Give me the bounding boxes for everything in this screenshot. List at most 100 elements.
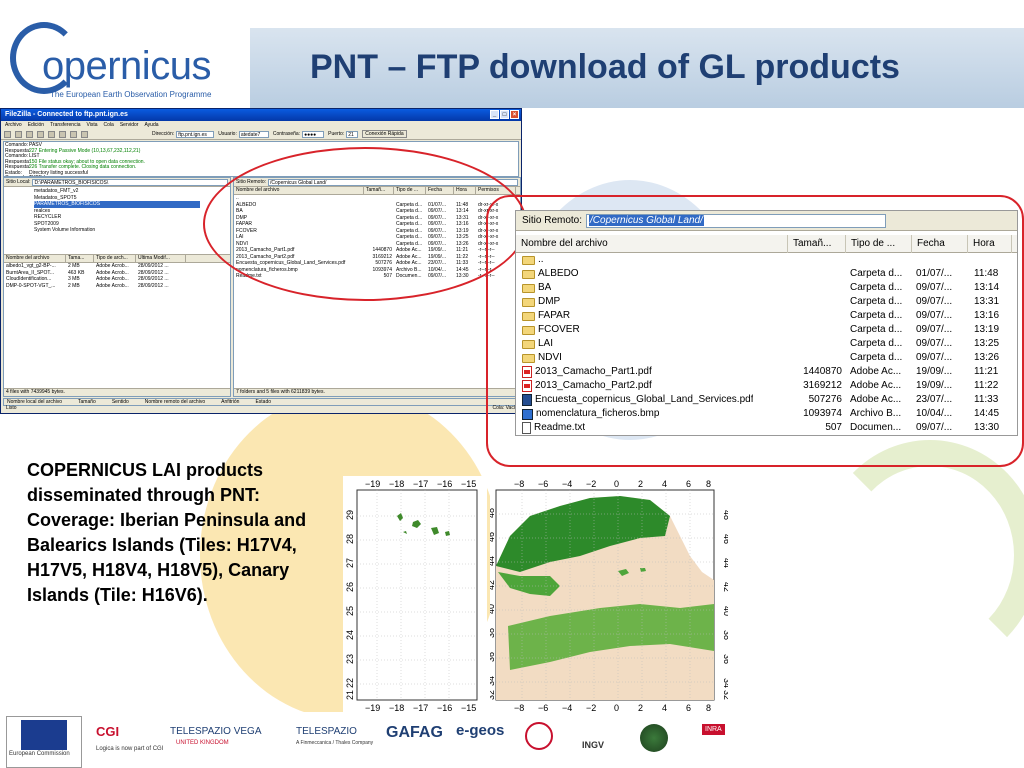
ingv-logo: INGV (582, 740, 605, 750)
menu-vista[interactable]: Vista (86, 122, 97, 128)
telespazio-logo: TELESPAZIO (296, 726, 357, 737)
zoom-name-cell: ALBEDO (516, 267, 788, 281)
log-icon[interactable] (26, 130, 33, 138)
zoom-name-cell: Readme.txt (516, 421, 788, 435)
menu-cola[interactable]: Cola (104, 122, 114, 128)
zoom-date-cell: 19/09/... (916, 380, 953, 391)
folder-icon (522, 283, 535, 293)
tree-icon[interactable] (37, 130, 44, 138)
reconnect-icon[interactable] (81, 130, 88, 138)
map2-top-tick: 6 (686, 479, 691, 489)
map1-top-tick: −15 (461, 479, 476, 489)
menu-ayuda[interactable]: Ayuda (144, 122, 158, 128)
zoom-type-cell (846, 253, 912, 267)
zoom-file-row[interactable]: DMP Carpeta d... 09/07/... 13:31 (516, 295, 1017, 309)
folder-icon (522, 297, 535, 307)
pdf-icon (522, 366, 532, 378)
zoom-file-row[interactable]: FCOVER Carpeta d... 09/07/... 13:19 (516, 323, 1017, 337)
zoom-col-date[interactable]: Fecha (912, 234, 968, 253)
port-input[interactable]: 21 (346, 130, 359, 138)
disconnect-icon[interactable] (70, 130, 77, 138)
zoom-file-name: BA (538, 282, 552, 293)
site-manager-icon[interactable] (4, 130, 11, 138)
minimize-button[interactable]: _ (490, 110, 499, 119)
zoom-time-cell: 13:25 (974, 338, 1000, 349)
col-size[interactable]: Tama... (66, 255, 94, 262)
folder-up-icon (522, 255, 535, 265)
zoom-file-row[interactable]: 2013_Camacho_Part2.pdf 3169212 Adobe Ac...… (516, 379, 1017, 393)
local-site-input[interactable]: D:\PARAMETROS_BIOFISICOS\ (32, 178, 228, 186)
menu-servidor[interactable]: Servidor (120, 122, 139, 128)
zoom-col-name[interactable]: Nombre del archivo (516, 234, 788, 253)
zoom-col-time[interactable]: Hora (968, 234, 1012, 253)
zoom-file-name: nomenclatura_ficheros.bmp (536, 408, 660, 419)
map1-top-tick: −18 (389, 479, 404, 489)
map2-top-tick: −4 (562, 479, 572, 489)
zoom-site-input[interactable]: /Copernicus Global Land/ (586, 213, 887, 228)
window-titlebar[interactable]: FileZilla - Connected to ftp.pnt.ign.es … (1, 109, 521, 121)
egeos-logo: e-geos (456, 722, 505, 739)
map1-top-tick: −17 (413, 479, 428, 489)
zoom-file-row[interactable]: Readme.txt 507 Documen... 09/07/... 13:30 (516, 421, 1017, 435)
user-label: Usuario: (218, 131, 237, 137)
zoom-date-cell: 19/09/... (916, 366, 953, 377)
zoom-time-cell: 14:45 (974, 408, 1000, 419)
local-file-row[interactable]: DMP-0-SPOT-VGT_... 2 MB Adobe Acrob... 28/0… (4, 283, 230, 290)
zoom-size-cell: 507 (825, 422, 842, 433)
zoom-file-row[interactable]: FAPAR Carpeta d... 09/07/... 13:16 (516, 309, 1017, 323)
menu-transferencia[interactable]: Transferencia (50, 122, 80, 128)
refresh-icon[interactable] (15, 130, 22, 138)
host-input[interactable]: ftp.pnt.ign.es (176, 130, 215, 138)
map1-left-tick: 23 (345, 654, 355, 664)
user-input[interactable]: atedate7 (238, 130, 269, 138)
zoom-file-row[interactable]: ALBEDO Carpeta d... 01/07/... 11:48 (516, 267, 1017, 281)
zoom-file-name: Encuesta_copernicus_Global_Land_Services… (535, 394, 754, 405)
local-tree: metadatos_FMT_v2 Metadatos_SPOT5 PARAMET… (4, 187, 230, 255)
zoom-col-size[interactable]: Tamañ... (788, 234, 846, 253)
zoom-col-type[interactable]: Tipo de ... (846, 234, 912, 253)
zoom-type-cell: Adobe Ac... (850, 380, 902, 391)
menu-edicion[interactable]: Edición (28, 122, 44, 128)
password-input[interactable]: ●●●● (302, 130, 325, 138)
bmp-icon (522, 408, 533, 420)
eu-caption: European Commission (9, 751, 70, 757)
zoom-file-row[interactable]: BA Carpeta d... 09/07/... 13:14 (516, 281, 1017, 295)
zoom-size-cell (788, 351, 846, 365)
logo-subtitle: The European Earth Observation Programme (50, 90, 212, 99)
col-name[interactable]: Nombre del archivo (4, 255, 66, 262)
zoom-file-row[interactable]: .. (516, 253, 1017, 267)
zoom-file-row[interactable]: NDVI Carpeta d... 09/07/... 13:26 (516, 351, 1017, 365)
map1-top-tick: −16 (437, 479, 452, 489)
col-type[interactable]: Tipo de arch... (94, 255, 136, 262)
map2-left-tick: 46 (490, 532, 496, 542)
pdf-icon (522, 380, 532, 392)
zoom-time-cell: 11:33 (974, 394, 999, 405)
local-file-cell: 2 MB (68, 282, 80, 289)
zoom-file-row[interactable]: LAI Carpeta d... 09/07/... 13:25 (516, 337, 1017, 351)
eu-logo: European Commission (6, 716, 82, 768)
zoom-date-cell: 09/07/... (916, 422, 953, 433)
queue-icon[interactable] (48, 130, 55, 138)
zoom-file-row[interactable]: Encuesta_copernicus_Global_Land_Services… (516, 393, 1017, 407)
tree-item[interactable]: System Volume Information (34, 227, 200, 234)
zoom-file-row[interactable]: nomenclatura_ficheros.bmp 1093974 Archivo … (516, 407, 1017, 421)
map2-top-tick: 2 (638, 479, 643, 489)
cancel-icon[interactable] (59, 130, 66, 138)
zoom-name-cell: nomenclatura_ficheros.bmp (516, 407, 788, 421)
col-modified[interactable]: Última Modif... (136, 255, 186, 262)
zoom-name-cell: NDVI (516, 351, 788, 365)
menu-bar: Archivo Edición Transferencia Vista Cola… (1, 121, 521, 129)
canary-islands-map: −19 −18 −17 −16 −15 −19 −18 −17 −16 −15 … (343, 476, 487, 714)
close-button[interactable]: × (510, 110, 519, 119)
zoom-date-cell: 01/07/... (916, 268, 953, 279)
description-text: COPERNICUS LAI products disseminated thr… (27, 460, 307, 605)
zoom-file-name: NDVI (538, 352, 562, 363)
zoom-file-name: ALBEDO (538, 268, 579, 279)
maximize-button[interactable]: □ (500, 110, 509, 119)
zoom-name-cell: Encuesta_copernicus_Global_Land_Services… (516, 393, 788, 407)
zoom-columns: Nombre del archivo Tamañ... Tipo de ... … (516, 234, 1017, 253)
menu-archivo[interactable]: Archivo (5, 122, 22, 128)
zoom-type-cell: Archivo B... (850, 408, 902, 419)
quick-connect-button[interactable]: Conexión Rápida (362, 130, 407, 138)
zoom-file-row[interactable]: 2013_Camacho_Part1.pdf 1440870 Adobe Ac...… (516, 365, 1017, 379)
